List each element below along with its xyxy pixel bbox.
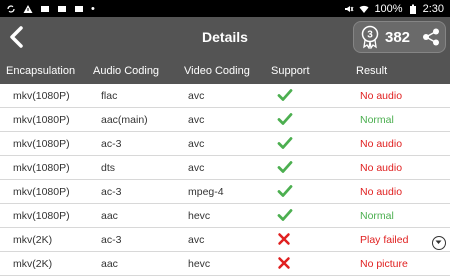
table-row: mkv(2K) ac-3 avc Play failed xyxy=(0,228,450,252)
battery-icon xyxy=(409,4,416,14)
cell-encapsulation: mkv(1080P) xyxy=(13,90,70,102)
cell-encapsulation: mkv(1080P) xyxy=(13,210,70,222)
cell-encapsulation: mkv(2K) xyxy=(13,258,53,270)
cell-result: Normal xyxy=(360,114,394,126)
share-icon[interactable] xyxy=(422,28,440,46)
sync-icon xyxy=(7,4,15,13)
column-header-video-coding: Video Coding xyxy=(184,65,250,77)
column-header-encapsulation: Encapsulation xyxy=(6,65,76,77)
score-button[interactable]: 3 382 xyxy=(353,21,446,53)
scroll-down-button[interactable] xyxy=(432,236,446,250)
table-row: mkv(1080P) aac hevc Normal xyxy=(0,204,450,228)
app-header: Details 3 382 xyxy=(0,17,450,57)
table-row: mkv(1080P) ac-3 mpeg-4 No audio xyxy=(0,180,450,204)
mute-icon xyxy=(345,5,354,12)
cell-audio-coding: ac-3 xyxy=(101,138,122,150)
cell-video-coding: avc xyxy=(188,162,205,174)
cell-result: No audio xyxy=(360,138,403,150)
notification-icons: • xyxy=(6,3,95,15)
support-check-icon xyxy=(277,88,293,105)
cell-result: No audio xyxy=(360,186,403,198)
cell-result: No audio xyxy=(360,90,403,102)
cell-video-coding: hevc xyxy=(188,210,211,222)
score-value: 382 xyxy=(385,28,411,46)
cell-audio-coding: flac xyxy=(101,90,118,102)
image-icon xyxy=(41,5,49,12)
cell-video-coding: hevc xyxy=(188,258,211,270)
cell-result: No audio xyxy=(360,162,403,174)
cell-encapsulation: mkv(2K) xyxy=(13,234,53,246)
cell-encapsulation: mkv(1080P) xyxy=(13,162,70,174)
table-header: Encapsulation Audio Coding Video Coding … xyxy=(0,57,450,84)
cell-audio-coding: dts xyxy=(101,162,116,174)
table-row: mkv(2K) aac hevc No picture xyxy=(0,252,450,276)
column-header-audio-coding: Audio Coding xyxy=(93,65,160,77)
column-header-support: Support xyxy=(271,65,310,77)
cell-video-coding: avc xyxy=(188,90,205,102)
table-row: mkv(1080P) dts avc No audio xyxy=(0,156,450,180)
cell-result: Play failed xyxy=(360,234,409,246)
cell-audio-coding: aac xyxy=(101,210,118,222)
support-check-icon xyxy=(277,112,293,129)
cell-encapsulation: mkv(1080P) xyxy=(13,186,70,198)
table-row: mkv(1080P) aac(main) avc Normal xyxy=(0,108,450,132)
status-bar: • 100% 2:30 xyxy=(0,0,450,17)
cell-audio-coding: ac-3 xyxy=(101,234,122,246)
column-header-result: Result xyxy=(356,65,388,77)
cell-video-coding: avc xyxy=(188,138,205,150)
back-arrow-icon[interactable] xyxy=(6,23,28,51)
warning-icon xyxy=(23,4,33,13)
cell-audio-coding: ac-3 xyxy=(101,186,122,198)
support-cross-icon xyxy=(277,232,291,249)
clock: 2:30 xyxy=(422,2,444,15)
wifi-icon xyxy=(359,5,369,13)
support-check-icon xyxy=(277,208,293,225)
table-row: mkv(1080P) flac avc No audio xyxy=(0,84,450,108)
chevron-down-icon xyxy=(435,240,442,244)
system-icons: 100% 2:30 xyxy=(344,3,444,15)
image-icon xyxy=(58,5,66,12)
table-row: mkv(1080P) ac-3 avc No audio xyxy=(0,132,450,156)
medal-icon: 3 xyxy=(361,25,379,49)
battery-percent: 100% xyxy=(374,2,403,15)
medal-digit: 3 xyxy=(367,30,373,41)
image-icon xyxy=(75,5,83,12)
support-check-icon xyxy=(277,136,293,153)
cell-encapsulation: mkv(1080P) xyxy=(13,138,70,150)
cell-result: No picture xyxy=(360,258,408,270)
more-notifications-dot: • xyxy=(91,2,95,15)
cell-encapsulation: mkv(1080P) xyxy=(13,114,70,126)
support-check-icon xyxy=(277,160,293,177)
support-cross-icon xyxy=(277,256,291,273)
cell-video-coding: mpeg-4 xyxy=(188,186,224,198)
cell-result: Normal xyxy=(360,210,394,222)
support-check-icon xyxy=(277,184,293,201)
cell-video-coding: avc xyxy=(188,114,205,126)
cell-audio-coding: aac(main) xyxy=(101,114,148,126)
cell-video-coding: avc xyxy=(188,234,205,246)
cell-audio-coding: aac xyxy=(101,258,118,270)
